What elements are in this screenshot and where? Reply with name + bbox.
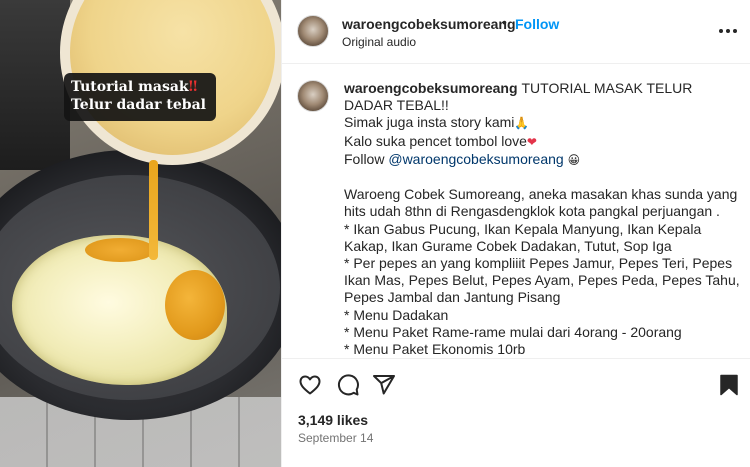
post-caption: waroengcobeksumoreang TUTORIAL MASAK TELU…	[344, 80, 744, 358]
audio-label[interactable]: Original audio	[342, 35, 416, 49]
separator-dot: •	[502, 14, 507, 30]
pray-icon: 🙏	[514, 116, 530, 131]
caption-username[interactable]: waroengcobeksumoreang	[344, 80, 518, 96]
likes-count[interactable]: 3,149 likes	[298, 412, 368, 428]
header-username[interactable]: waroengcobeksumoreang	[342, 16, 516, 32]
red-heart-icon: ❤	[526, 134, 537, 149]
egg-yolk-pool	[85, 238, 155, 262]
smile-icon: 😀	[567, 152, 581, 167]
comments-section[interactable]: waroengcobeksumoreang TUTORIAL MASAK TELU…	[282, 64, 750, 358]
egg-stream	[149, 160, 158, 260]
overlay-line-1: Tutorial masak‼	[71, 79, 198, 95]
avatar[interactable]	[297, 15, 329, 47]
post-details-panel: waroengcobeksumoreang • Follow Original …	[281, 0, 750, 467]
caption-line-4: Follow	[344, 150, 389, 167]
heart-icon[interactable]	[298, 373, 322, 397]
post-video[interactable]: Tutorial masak‼ Telur dadar tebal	[0, 0, 281, 467]
overlay-line-2: Telur dadar tebal	[71, 97, 206, 113]
video-text-overlay: Tutorial masak‼ Telur dadar tebal	[64, 73, 216, 121]
stove-background	[0, 0, 70, 170]
post-header: waroengcobeksumoreang • Follow Original …	[282, 0, 750, 64]
mention-link[interactable]: @waroengcobeksumoreang	[388, 151, 563, 167]
double-exclamation-icon: ‼	[188, 79, 198, 95]
comment-icon[interactable]	[336, 373, 360, 397]
caption-avatar[interactable]	[297, 80, 329, 112]
bookmark-icon[interactable]	[717, 373, 741, 397]
caption-line-2: Simak juga insta story kami	[344, 114, 515, 131]
caption-body: Waroeng Cobek Sumoreang, aneka masakan k…	[344, 186, 740, 358]
post-date[interactable]: September 14	[298, 431, 373, 445]
caption-line-3: Kalo suka pencet tombol love	[344, 132, 527, 149]
post-actions: 3,149 likes September 14	[282, 358, 750, 467]
share-icon[interactable]	[372, 373, 396, 397]
more-options-icon[interactable]	[716, 22, 740, 40]
follow-button[interactable]: Follow	[515, 16, 559, 32]
egg-yolk	[165, 270, 225, 340]
